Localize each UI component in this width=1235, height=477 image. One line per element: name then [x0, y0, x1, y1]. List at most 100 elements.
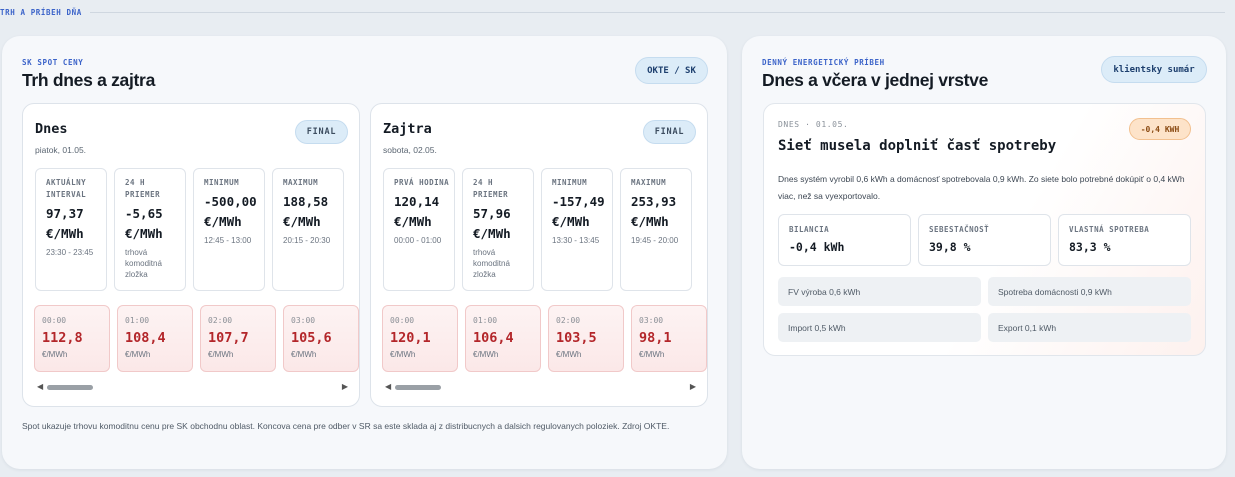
hour-price: 105,6 — [291, 330, 332, 346]
summary-button[interactable]: klientsky sumár — [1101, 56, 1207, 83]
hour-scrollbar[interactable]: ◀ ▶ — [385, 382, 696, 392]
stat-value: -157,49 €/MWh — [552, 194, 605, 229]
scroll-right-icon[interactable]: ▶ — [342, 383, 348, 391]
hour-tile[interactable]: 01:00 106,4 €/MWh — [465, 305, 541, 372]
stat-value: 97,37 €/MWh — [46, 206, 84, 241]
stat-card: MINIMUM -157,49 €/MWh 13:30 - 13:45 — [541, 168, 613, 291]
hour-time: 00:00 — [390, 316, 415, 325]
hour-unit: €/MWh — [125, 350, 151, 359]
hour-tile[interactable]: 01:00 108,4 €/MWh — [117, 305, 193, 372]
stat-row: AKTUÁLNY INTERVAL 97,37 €/MWh 23:30 - 23… — [35, 168, 344, 291]
story-card-title: Sieť musela doplniť časť spotreby — [778, 138, 1057, 154]
stat-value: 188,58 €/MWh — [283, 194, 329, 229]
stat-card: PRVÁ HODINA 120,14 €/MWh 00:00 - 01:00 — [383, 168, 455, 291]
delta-badge: -0,4 KWH — [1129, 118, 1191, 140]
stat-note: 13:30 - 13:45 — [552, 236, 600, 245]
stat-note: 20:15 - 20:30 — [283, 236, 331, 245]
stat-row: PRVÁ HODINA 120,14 €/MWh 00:00 - 01:00 2… — [383, 168, 692, 291]
hour-price: 98,1 — [639, 330, 672, 346]
stat-note: 12:45 - 13:00 — [204, 236, 252, 245]
hour-unit: €/MWh — [556, 350, 582, 359]
market-footnote: Spot ukazuje trhovu komoditnu cenu pre S… — [22, 421, 670, 431]
scroll-thumb[interactable] — [47, 385, 93, 390]
stat-label: MINIMUM — [204, 178, 240, 187]
stat-note: 19:45 - 20:00 — [631, 236, 679, 245]
fact-grid: FV výroba 0,6 kWh Spotreba domácnosti 0,… — [778, 277, 1191, 342]
stat-label: 24 H PRIEMER — [473, 178, 509, 199]
scroll-left-icon[interactable]: ◀ — [37, 383, 43, 391]
kpi-label: VLASTNÁ SPOTREBA — [1069, 225, 1150, 234]
hour-unit: €/MWh — [42, 350, 68, 359]
stat-note: trhová komoditná zložka — [473, 248, 510, 279]
hour-time: 01:00 — [473, 316, 498, 325]
hour-time: 00:00 — [42, 316, 67, 325]
day-card-tomorrow: Zajtra sobota, 02.05. FINAL PRVÁ HODINA … — [370, 103, 708, 407]
market-panel: SK SPOT CENY Trh dnes a zajtra OKTE / SK… — [2, 36, 727, 469]
kpi-card: SEBESTAČNOSŤ 39,8 % — [918, 214, 1051, 266]
hour-strip: 00:00 112,8 €/MWh 01:00 108,4 €/MWh 02:0… — [34, 305, 359, 372]
fact-item: FV výroba 0,6 kWh — [778, 277, 981, 306]
stat-value: 253,93 €/MWh — [631, 194, 677, 229]
scroll-thumb[interactable] — [395, 385, 441, 390]
hour-price: 120,1 — [390, 330, 431, 346]
market-title: Trh dnes a zajtra — [22, 70, 156, 90]
hour-unit: €/MWh — [291, 350, 317, 359]
stat-note: 23:30 - 23:45 — [46, 248, 94, 257]
hour-time: 02:00 — [556, 316, 581, 325]
hour-scrollbar[interactable]: ◀ ▶ — [37, 382, 348, 392]
day-date: piatok, 01.05. — [35, 145, 87, 155]
kpi-card: BILANCIA -0,4 kWh — [778, 214, 911, 266]
stat-card: 24 H PRIEMER 57,96 €/MWh trhová komoditn… — [462, 168, 534, 291]
section-header: TRH A PRÍBEH DŇA — [0, 5, 1225, 19]
hour-tile[interactable]: 02:00 107,7 €/MWh — [200, 305, 276, 372]
kpi-value: 39,8 % — [929, 240, 971, 254]
hour-price: 106,4 — [473, 330, 514, 346]
status-badge: FINAL — [295, 120, 348, 144]
hour-tile[interactable]: 00:00 112,8 €/MWh — [34, 305, 110, 372]
stat-card: 24 H PRIEMER -5,65 €/MWh trhová komoditn… — [114, 168, 186, 291]
kpi-label: SEBESTAČNOSŤ — [929, 225, 990, 234]
story-panel: DENNÝ ENERGETICKÝ PRÍBEH Dnes a včera v … — [742, 36, 1226, 469]
hour-tile[interactable]: 00:00 120,1 €/MWh — [382, 305, 458, 372]
stat-label: MAXIMUM — [283, 178, 319, 187]
story-card-description: Dnes systém vyrobil 0,6 kWh a domácnosť … — [778, 174, 1185, 201]
hour-time: 03:00 — [639, 316, 664, 325]
hour-time: 01:00 — [125, 316, 150, 325]
hour-time: 03:00 — [291, 316, 316, 325]
story-title: Dnes a včera v jednej vrstve — [762, 70, 989, 90]
day-name: Zajtra — [383, 121, 432, 137]
scroll-right-icon[interactable]: ▶ — [690, 383, 696, 391]
stat-card: MAXIMUM 188,58 €/MWh 20:15 - 20:30 — [272, 168, 344, 291]
market-kicker: SK SPOT CENY — [22, 58, 84, 67]
hour-price: 103,5 — [556, 330, 597, 346]
scroll-left-icon[interactable]: ◀ — [385, 383, 391, 391]
hour-price: 108,4 — [125, 330, 166, 346]
hour-unit: €/MWh — [473, 350, 499, 359]
section-divider — [89, 11, 1225, 13]
hour-unit: €/MWh — [208, 350, 234, 359]
hour-price: 107,7 — [208, 330, 249, 346]
section-label: TRH A PRÍBEH DŇA — [0, 7, 82, 17]
stat-note: 00:00 - 01:00 — [394, 236, 442, 245]
day-card-today: Dnes piatok, 01.05. FINAL AKTUÁLNY INTER… — [22, 103, 360, 407]
kpi-card: VLASTNÁ SPOTREBA 83,3 % — [1058, 214, 1191, 266]
hour-price: 112,8 — [42, 330, 83, 346]
hour-tile[interactable]: 02:00 103,5 €/MWh — [548, 305, 624, 372]
stat-label: AKTUÁLNY INTERVAL — [46, 178, 87, 199]
story-card: DNES · 01.05. -0,4 KWH Sieť musela dopln… — [763, 103, 1206, 356]
stat-note: trhová komoditná zložka — [125, 248, 162, 279]
kpi-row: BILANCIA -0,4 kWh SEBESTAČNOSŤ 39,8 % VL… — [778, 214, 1191, 266]
day-name: Dnes — [35, 121, 68, 137]
story-card-kicker: DNES · 01.05. — [778, 120, 849, 129]
hour-tile[interactable]: 03:00 105,6 €/MWh — [283, 305, 359, 372]
fact-item: Spotreba domácnosti 0,9 kWh — [988, 277, 1191, 306]
stat-card: MAXIMUM 253,93 €/MWh 19:45 - 20:00 — [620, 168, 692, 291]
stat-label: MINIMUM — [552, 178, 588, 187]
stat-value: 57,96 €/MWh — [473, 206, 511, 241]
day-date: sobota, 02.05. — [383, 145, 437, 155]
story-kicker: DENNÝ ENERGETICKÝ PRÍBEH — [762, 58, 885, 67]
hour-unit: €/MWh — [639, 350, 665, 359]
stat-label: 24 H PRIEMER — [125, 178, 161, 199]
hour-tile[interactable]: 03:00 98,1 €/MWh — [631, 305, 707, 372]
source-button[interactable]: OKTE / SK — [635, 57, 708, 84]
